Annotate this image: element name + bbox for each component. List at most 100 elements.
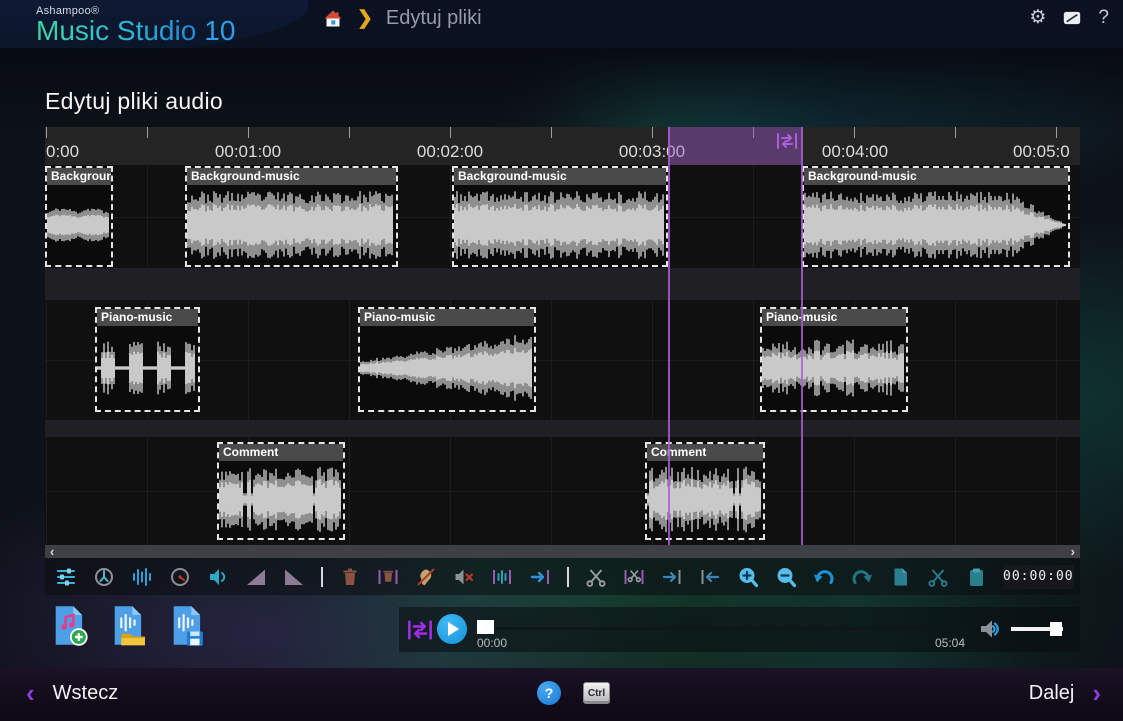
settings-gear-icon[interactable]: ⚙ — [1029, 8, 1046, 27]
audio-clip[interactable]: Comment — [217, 442, 345, 540]
toolbar-separator — [321, 566, 323, 587]
audio-clip[interactable]: Comment — [645, 442, 765, 540]
ruler-tick — [551, 127, 552, 138]
select-waveform-icon[interactable] — [491, 566, 513, 588]
time-ruler[interactable]: 0:00 00:01:00 00:02:00 00:03:00 00:04:00 00:0… — [45, 127, 1080, 165]
track-1[interactable]: Background-music Background-music Backgr… — [45, 165, 1080, 268]
delete-selection-icon[interactable] — [377, 566, 399, 588]
fade-in-icon[interactable] — [245, 566, 267, 588]
brand-version: 10 — [204, 15, 236, 46]
selection-end-handle[interactable] — [801, 127, 803, 545]
zoom-in-icon[interactable] — [737, 566, 759, 588]
cut-clip-icon[interactable] — [927, 566, 949, 588]
open-audio-file-icon[interactable] — [111, 604, 147, 648]
tempo-clock-icon[interactable] — [93, 566, 115, 588]
grid-line — [45, 491, 1080, 492]
play-icon — [448, 622, 459, 636]
clip-waveform — [647, 466, 761, 533]
ruler-label: 00:04:00 — [821, 142, 889, 161]
chevron-right-icon: › — [1092, 678, 1101, 708]
ruler-tick — [652, 127, 653, 138]
add-audio-file-icon[interactable] — [52, 604, 88, 648]
home-icon[interactable] — [322, 8, 344, 30]
grid-line — [45, 360, 1080, 361]
clip-waveform — [762, 339, 904, 397]
seek-bar[interactable] — [495, 627, 965, 630]
clip-waveform — [187, 191, 393, 259]
redo-icon[interactable] — [851, 566, 873, 588]
breadcrumb: ❯ Edytuj pliki — [322, 7, 482, 30]
ruler-label: 00:02:00 — [416, 142, 484, 161]
seek-handle[interactable] — [477, 620, 494, 634]
ruler-tick — [1056, 127, 1057, 138]
edit-time-display: 00:00:00 — [1003, 564, 1074, 589]
play-button[interactable] — [437, 614, 467, 644]
mixer-icon[interactable] — [55, 566, 77, 588]
paste-icon[interactable] — [965, 566, 987, 588]
next-button[interactable]: Dalej › — [1029, 680, 1101, 706]
audio-clip[interactable]: Background-music — [185, 166, 398, 267]
app-window: Ashampoo® Music Studio 10 ❯ Edytuj pliki … — [0, 0, 1123, 721]
clip-label: Comment — [647, 444, 763, 461]
ruler-tick — [450, 127, 451, 138]
scroll-right-arrow-icon[interactable]: › — [1071, 545, 1075, 558]
ruler-label: 0:00 — [46, 142, 80, 161]
delete-icon[interactable] — [339, 566, 361, 588]
selection-start-handle[interactable] — [668, 127, 670, 545]
volume-speaker-icon[interactable] — [207, 566, 229, 588]
audio-clip[interactable]: Background-music — [452, 166, 668, 267]
elapsed-time: 00:00 — [477, 636, 508, 650]
clip-label: Background-music — [187, 168, 396, 185]
feedback-icon[interactable] — [1063, 10, 1081, 26]
audio-clip[interactable]: Piano-music — [95, 307, 200, 412]
audio-clip[interactable]: Background-music — [45, 166, 113, 267]
app-logo: Ashampoo® Music Studio 10 — [36, 6, 235, 45]
loop-region-icon[interactable] — [776, 130, 798, 152]
zoom-out-icon[interactable] — [775, 566, 797, 588]
cut-selection-icon[interactable] — [623, 566, 645, 588]
volume-speaker-icon[interactable] — [979, 618, 1003, 640]
file-actions — [52, 604, 206, 648]
total-time: 05:04 — [935, 636, 966, 650]
timeline-scrollbar[interactable]: ‹ › — [45, 545, 1080, 558]
audio-clip[interactable]: Piano-music — [760, 307, 908, 412]
track-gap — [45, 268, 1080, 300]
mute-ear-icon[interactable] — [415, 566, 437, 588]
edit-toolbar: 00:00:00 — [45, 558, 1080, 595]
copy-icon[interactable] — [889, 566, 911, 588]
scroll-left-arrow-icon[interactable]: ‹ — [50, 545, 54, 558]
help-icon[interactable]: ? — [1098, 8, 1109, 27]
ruler-label: 00:05:0 — [1013, 142, 1070, 161]
page-title: Edytuj pliki audio — [45, 88, 224, 114]
clip-waveform — [219, 467, 341, 532]
back-button-label: Wstecz — [52, 681, 119, 704]
track-3[interactable]: Comment Comment — [45, 437, 1080, 545]
arrow-to-start-icon[interactable] — [699, 566, 721, 588]
breadcrumb-current: Edytuj pliki — [385, 7, 482, 29]
clip-label: Piano-music — [97, 309, 198, 326]
track-2[interactable]: Piano-music Piano-music Piano-music — [45, 300, 1080, 420]
audio-clip[interactable]: Piano-music — [358, 307, 536, 412]
clip-waveform — [454, 191, 664, 259]
clip-waveform — [360, 335, 532, 401]
timeline-editor[interactable]: 0:00 00:01:00 00:02:00 00:03:00 00:04:00 00:0… — [45, 127, 1080, 545]
volume-handle[interactable] — [1050, 622, 1062, 636]
loop-playback-icon[interactable] — [407, 617, 433, 643]
ruler-tick — [46, 127, 47, 138]
undo-icon[interactable] — [813, 566, 835, 588]
insert-arrow-icon[interactable] — [529, 566, 551, 588]
help-button[interactable]: ? — [537, 681, 561, 705]
clip-waveform — [47, 208, 109, 242]
audio-clip[interactable]: Background-music — [802, 166, 1070, 267]
mute-speaker-icon[interactable] — [453, 566, 475, 588]
ruler-label: 00:01:00 — [214, 142, 282, 161]
save-audio-file-icon[interactable] — [170, 604, 206, 648]
back-button[interactable]: ‹ Wstecz — [26, 680, 118, 706]
fade-out-icon[interactable] — [283, 566, 305, 588]
clip-waveform — [97, 341, 195, 395]
speed-gauge-icon[interactable] — [169, 566, 191, 588]
clip-label: Comment — [219, 444, 343, 461]
waveform-icon[interactable] — [131, 566, 153, 588]
scissors-icon[interactable] — [585, 566, 607, 588]
arrow-to-end-icon[interactable] — [661, 566, 683, 588]
